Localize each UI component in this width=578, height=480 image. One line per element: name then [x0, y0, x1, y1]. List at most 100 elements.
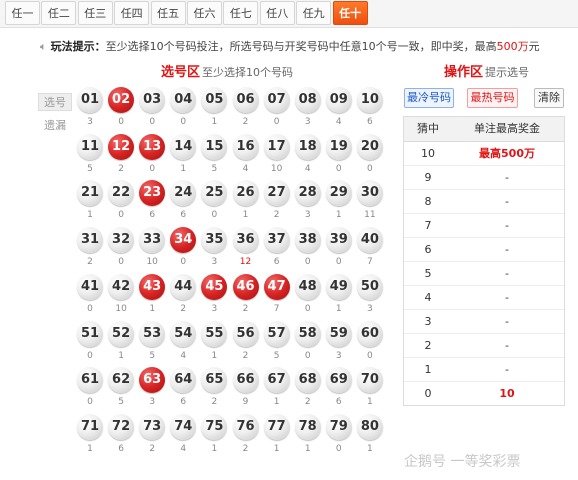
number-ball[interactable]: 51 [77, 320, 103, 347]
number-ball[interactable]: 65 [201, 367, 228, 394]
number-ball[interactable]: 48 [294, 273, 321, 300]
number-ball[interactable]: 75 [201, 413, 228, 440]
number-ball[interactable]: 18 [294, 133, 321, 160]
number-ball[interactable]: 43 [139, 273, 166, 300]
tab-ren-9[interactable]: 任九 [296, 1, 332, 25]
number-ball[interactable]: 70 [356, 367, 383, 394]
number-ball[interactable]: 22 [108, 180, 135, 207]
miss-count: 0 [211, 210, 218, 221]
clear-button[interactable]: 清除 [534, 88, 564, 108]
tab-ren-4[interactable]: 任四 [114, 1, 150, 25]
number-ball[interactable]: 40 [356, 227, 383, 254]
number-ball[interactable]: 14 [170, 133, 197, 160]
number-ball[interactable]: 01 [77, 87, 103, 113]
number-ball[interactable]: 26 [232, 180, 259, 207]
number-ball[interactable]: 38 [294, 227, 321, 254]
number-ball[interactable]: 16 [232, 133, 259, 160]
number-ball[interactable]: 57 [263, 320, 290, 347]
miss-count: 5 [149, 350, 156, 361]
number-ball[interactable]: 35 [201, 227, 228, 254]
number-ball[interactable]: 56 [232, 320, 259, 347]
tab-ren-7[interactable]: 任七 [223, 1, 259, 25]
number-ball[interactable]: 06 [232, 87, 259, 113]
tab-ren-2[interactable]: 任二 [41, 1, 77, 25]
number-ball[interactable]: 76 [232, 413, 259, 440]
number-ball[interactable]: 24 [170, 180, 197, 207]
coldest-numbers-button[interactable]: 最冷号码 [404, 88, 454, 108]
number-ball[interactable]: 07 [263, 87, 290, 113]
prize-amount: - [505, 291, 509, 304]
tab-ren-3[interactable]: 任三 [77, 1, 113, 25]
number-ball[interactable]: 74 [170, 413, 197, 440]
number-ball[interactable]: 61 [77, 367, 103, 394]
number-ball[interactable]: 27 [263, 180, 290, 207]
number-ball[interactable]: 46 [232, 273, 259, 300]
number-ball[interactable]: 45 [201, 273, 228, 300]
number-ball[interactable]: 20 [356, 133, 383, 160]
prize-amount: - [505, 267, 509, 280]
number-ball[interactable]: 05 [201, 87, 228, 113]
number-ball[interactable]: 37 [263, 227, 290, 254]
number-ball[interactable]: 04 [170, 87, 197, 113]
miss-count: 9 [242, 397, 249, 408]
number-ball[interactable]: 73 [139, 413, 166, 440]
number-ball[interactable]: 50 [356, 273, 383, 300]
number-ball[interactable]: 03 [139, 87, 166, 113]
number-ball[interactable]: 59 [325, 320, 352, 347]
tab-ren-1[interactable]: 任一 [5, 1, 40, 25]
miss-count: 3 [304, 210, 311, 221]
tab-ren-10[interactable]: 任十 [332, 1, 368, 25]
number-ball[interactable]: 62 [108, 367, 135, 394]
number-ball[interactable]: 11 [77, 133, 103, 160]
number-ball[interactable]: 72 [108, 413, 135, 440]
number-ball[interactable]: 67 [263, 367, 290, 394]
number-ball[interactable]: 80 [356, 413, 383, 440]
number-ball[interactable]: 31 [77, 227, 103, 254]
number-ball[interactable]: 17 [263, 133, 290, 160]
number-ball[interactable]: 02 [108, 87, 135, 113]
number-ball[interactable]: 15 [201, 133, 228, 160]
miss-count: 0 [335, 257, 342, 268]
hottest-numbers-button[interactable]: 最热号码 [467, 88, 518, 108]
number-ball[interactable]: 29 [325, 180, 352, 207]
number-ball[interactable]: 21 [77, 180, 103, 207]
number-ball[interactable]: 71 [77, 413, 103, 440]
number-ball[interactable]: 19 [325, 133, 352, 160]
number-ball[interactable]: 32 [108, 227, 135, 254]
number-ball[interactable]: 52 [108, 320, 135, 347]
number-ball[interactable]: 09 [325, 87, 352, 113]
tab-ren-5[interactable]: 任五 [150, 1, 186, 25]
number-ball[interactable]: 79 [325, 413, 352, 440]
number-ball[interactable]: 53 [139, 320, 166, 347]
number-ball[interactable]: 39 [325, 227, 352, 254]
number-ball[interactable]: 69 [325, 367, 352, 394]
number-ball[interactable]: 10 [356, 87, 383, 113]
number-ball[interactable]: 63 [139, 367, 166, 394]
number-ball[interactable]: 64 [170, 367, 197, 394]
number-ball[interactable]: 41 [77, 273, 103, 300]
number-ball[interactable]: 66 [232, 367, 259, 394]
number-ball[interactable]: 54 [170, 320, 197, 347]
number-ball[interactable]: 60 [356, 320, 383, 347]
number-ball[interactable]: 77 [263, 413, 290, 440]
number-ball[interactable]: 49 [325, 273, 352, 300]
number-ball[interactable]: 42 [108, 273, 135, 300]
number-ball[interactable]: 25 [201, 180, 228, 207]
number-ball[interactable]: 30 [356, 180, 383, 207]
number-ball[interactable]: 23 [139, 180, 166, 207]
number-ball[interactable]: 08 [294, 87, 321, 113]
number-ball[interactable]: 55 [201, 320, 228, 347]
number-ball[interactable]: 13 [139, 133, 166, 160]
tab-ren-8[interactable]: 任八 [259, 1, 295, 25]
tab-ren-6[interactable]: 任六 [187, 1, 222, 25]
number-ball[interactable]: 78 [294, 413, 321, 440]
number-ball[interactable]: 34 [170, 227, 197, 254]
number-ball[interactable]: 44 [170, 273, 197, 300]
number-ball[interactable]: 68 [294, 367, 321, 394]
number-ball[interactable]: 12 [108, 133, 135, 160]
number-ball[interactable]: 58 [294, 320, 321, 347]
number-ball[interactable]: 36 [232, 227, 259, 254]
number-ball[interactable]: 28 [294, 180, 321, 207]
number-ball[interactable]: 33 [139, 227, 166, 254]
number-ball[interactable]: 47 [263, 273, 290, 300]
